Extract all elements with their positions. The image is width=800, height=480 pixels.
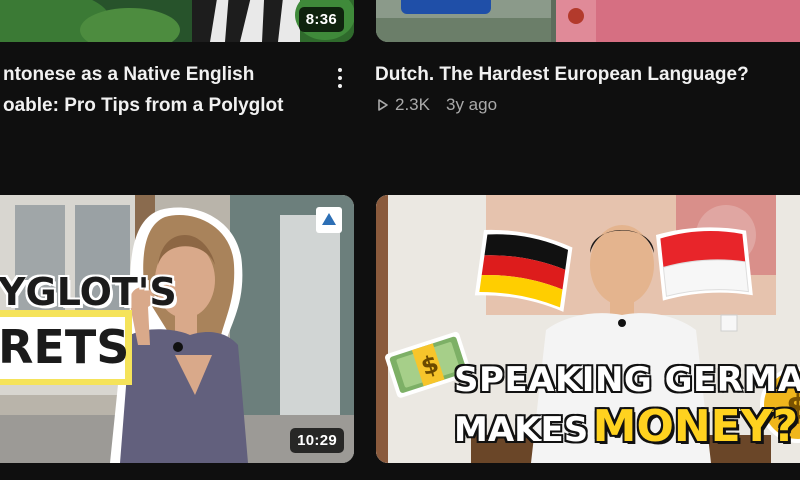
thumbnail-2-art	[376, 0, 800, 42]
overlay-text-money: MONEY?	[592, 401, 799, 452]
upload-age: 3y ago	[445, 95, 498, 114]
overlay-text-line2: MAKES MONEY?	[454, 405, 798, 449]
video-duration: 10:29	[290, 428, 344, 453]
video-thumbnail-4[interactable]: $ $ SPEAKING GERMAN MAKES MONEY?	[376, 195, 800, 463]
video-thumbnail-1[interactable]: 8:36	[0, 0, 354, 42]
overlay-text-line1: SPEAKING GERMAN	[454, 360, 800, 400]
video-meta-2: 2.3K 3y ago	[377, 95, 497, 115]
video-duration: 8:36	[298, 7, 344, 32]
overlay-text-line1: YGLOT'S	[0, 270, 177, 314]
view-count: 2.3K	[395, 95, 430, 114]
more-vertical-icon[interactable]	[328, 62, 352, 94]
video-thumbnail-2[interactable]	[376, 0, 800, 42]
overlay-text-makes: MAKES	[454, 410, 589, 450]
video-title-1-line2[interactable]: oable: Pro Tips from a Polyglot	[3, 90, 283, 121]
video-title-1-line1[interactable]: ntonese as a Native English	[3, 59, 254, 90]
video-thumbnail-3[interactable]: YGLOT'S RETS 10:29	[0, 195, 354, 463]
overlay-text-line2: RETS	[0, 320, 130, 374]
play-outline-icon	[378, 99, 388, 111]
video-title-2[interactable]: Dutch. The Hardest European Language?	[375, 59, 749, 90]
